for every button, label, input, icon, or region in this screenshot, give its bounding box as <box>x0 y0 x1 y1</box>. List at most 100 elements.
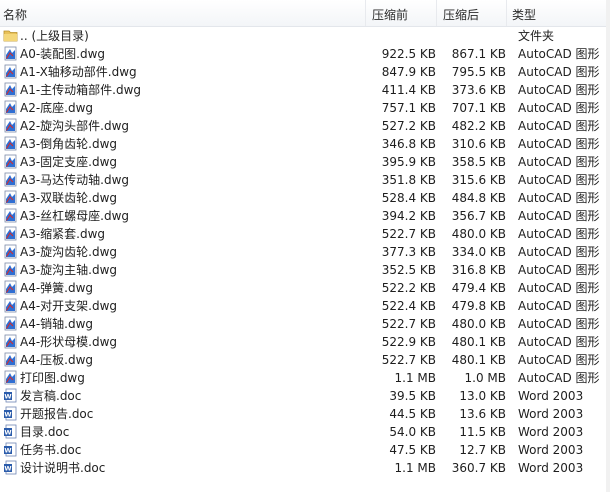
file-name: 任务书.doc <box>20 443 82 457</box>
file-row[interactable]: A2-旋沟头部件.dwg 527.2 KB 482.2 KB AutoCAD 图形 <box>0 117 610 135</box>
dwg-icon <box>3 244 18 259</box>
file-row[interactable]: A3-倒角齿轮.dwg 346.8 KB 310.6 KB AutoCAD 图形 <box>0 135 610 153</box>
file-name: 设计说明书.doc <box>20 461 106 475</box>
size-before: 522.7 KB <box>381 317 436 331</box>
file-row[interactable]: A0-装配图.dwg 922.5 KB 867.1 KB AutoCAD 图形 <box>0 45 610 63</box>
size-before: 922.5 KB <box>381 47 436 61</box>
file-name: A1-X轴移动部件.dwg <box>20 65 137 79</box>
file-type: AutoCAD 图形 <box>518 209 600 223</box>
size-after: 479.4 KB <box>451 281 506 295</box>
file-type: Word 2003 <box>518 425 584 439</box>
file-name: A0-装配图.dwg <box>20 47 106 61</box>
file-row[interactable]: A4-形状母模.dwg 522.9 KB 480.1 KB AutoCAD 图形 <box>0 333 610 351</box>
file-name: A4-压板.dwg <box>20 353 94 367</box>
file-row[interactable]: A4-销轴.dwg 522.7 KB 480.0 KB AutoCAD 图形 <box>0 315 610 333</box>
size-before: 522.9 KB <box>381 335 436 349</box>
file-row[interactable]: A4-压板.dwg 522.7 KB 480.1 KB AutoCAD 图形 <box>0 351 610 369</box>
file-row[interactable]: A3-马达传动轴.dwg 351.8 KB 315.6 KB AutoCAD 图形 <box>0 171 610 189</box>
size-after: 13.0 KB <box>459 389 506 403</box>
size-before: 351.8 KB <box>381 173 436 187</box>
size-before: 527.2 KB <box>381 119 436 133</box>
size-after: 360.7 KB <box>451 461 506 475</box>
file-name: A3-缩紧套.dwg <box>20 227 106 241</box>
column-divider[interactable] <box>506 0 507 26</box>
dwg-icon <box>3 208 18 223</box>
file-type: Word 2003 <box>518 407 584 421</box>
size-after: 480.0 KB <box>451 317 506 331</box>
dwg-icon <box>3 316 18 331</box>
file-row[interactable]: A4-对开支架.dwg 522.4 KB 479.8 KB AutoCAD 图形 <box>0 297 610 315</box>
file-type: Word 2003 <box>518 443 584 457</box>
doc-icon: W <box>3 460 18 475</box>
file-row[interactable]: A3-缩紧套.dwg 522.7 KB 480.0 KB AutoCAD 图形 <box>0 225 610 243</box>
file-row[interactable]: A1-X轴移动部件.dwg 847.9 KB 795.5 KB AutoCAD 图形 <box>0 63 610 81</box>
file-row[interactable]: 打印图.dwg 1.1 MB 1.0 MB AutoCAD 图形 <box>0 369 610 387</box>
size-after: 356.7 KB <box>451 209 506 223</box>
file-name: A2-旋沟头部件.dwg <box>20 119 130 133</box>
size-before: 39.5 KB <box>389 389 436 403</box>
size-after: 373.6 KB <box>451 83 506 97</box>
file-row[interactable]: W 发言稿.doc 39.5 KB 13.0 KB Word 2003 <box>0 387 610 405</box>
file-row[interactable]: A3-旋沟主轴.dwg 352.5 KB 316.8 KB AutoCAD 图形 <box>0 261 610 279</box>
file-name: .. (上级目录) <box>20 29 89 43</box>
dwg-icon <box>3 154 18 169</box>
file-name: A3-双联齿轮.dwg <box>20 191 118 205</box>
file-row[interactable]: W 开题报告.doc 44.5 KB 13.6 KB Word 2003 <box>0 405 610 423</box>
file-type: AutoCAD 图形 <box>518 83 600 97</box>
svg-text:W: W <box>4 429 11 437</box>
size-before: 377.3 KB <box>381 245 436 259</box>
size-before: 411.4 KB <box>381 83 436 97</box>
file-type: AutoCAD 图形 <box>518 281 600 295</box>
file-name: A4-弹簧.dwg <box>20 281 94 295</box>
file-type: AutoCAD 图形 <box>518 263 600 277</box>
size-before: 522.7 KB <box>381 227 436 241</box>
file-type: AutoCAD 图形 <box>518 299 600 313</box>
size-after: 479.8 KB <box>451 299 506 313</box>
size-before: 1.1 MB <box>394 371 436 385</box>
file-name: 开题报告.doc <box>20 407 94 421</box>
size-after: 334.0 KB <box>451 245 506 259</box>
file-type: AutoCAD 图形 <box>518 173 600 187</box>
column-before-header[interactable]: 压缩前 <box>372 6 408 23</box>
file-row[interactable]: W 任务书.doc 47.5 KB 12.7 KB Word 2003 <box>0 441 610 459</box>
size-after: 484.8 KB <box>451 191 506 205</box>
file-row[interactable]: .. (上级目录) 文件夹 <box>0 27 610 45</box>
file-row[interactable]: A1-主传动箱部件.dwg 411.4 KB 373.6 KB AutoCAD 图形 <box>0 81 610 99</box>
column-type-header[interactable]: 类型 <box>512 6 536 23</box>
file-type: AutoCAD 图形 <box>518 317 600 331</box>
doc-icon: W <box>3 442 18 457</box>
dwg-icon <box>3 46 18 61</box>
size-before: 522.4 KB <box>381 299 436 313</box>
file-row[interactable]: A3-双联齿轮.dwg 528.4 KB 484.8 KB AutoCAD 图形 <box>0 189 610 207</box>
file-row[interactable]: W 设计说明书.doc 1.1 MB 360.7 KB Word 2003 <box>0 459 610 477</box>
doc-icon: W <box>3 406 18 421</box>
dwg-icon <box>3 82 18 97</box>
folder-icon <box>3 28 18 43</box>
size-after: 358.5 KB <box>451 155 506 169</box>
column-divider[interactable] <box>365 0 366 26</box>
file-type: AutoCAD 图形 <box>518 65 600 79</box>
column-name-header[interactable]: 名称 <box>3 6 27 23</box>
dwg-icon <box>3 370 18 385</box>
dwg-icon <box>3 334 18 349</box>
file-row[interactable]: A3-固定支座.dwg 395.9 KB 358.5 KB AutoCAD 图形 <box>0 153 610 171</box>
file-row[interactable]: W 目录.doc 54.0 KB 11.5 KB Word 2003 <box>0 423 610 441</box>
size-after: 795.5 KB <box>451 65 506 79</box>
column-after-header[interactable]: 压缩后 <box>443 6 479 23</box>
file-row[interactable]: A4-弹簧.dwg 522.2 KB 479.4 KB AutoCAD 图形 <box>0 279 610 297</box>
dwg-icon <box>3 226 18 241</box>
file-row[interactable]: A3-旋沟齿轮.dwg 377.3 KB 334.0 KB AutoCAD 图形 <box>0 243 610 261</box>
dwg-icon <box>3 136 18 151</box>
file-row[interactable]: A2-底座.dwg 757.1 KB 707.1 KB AutoCAD 图形 <box>0 99 610 117</box>
dwg-icon <box>3 172 18 187</box>
scrollbar[interactable] <box>606 0 610 492</box>
doc-icon: W <box>3 388 18 403</box>
size-after: 480.1 KB <box>451 353 506 367</box>
size-after: 315.6 KB <box>451 173 506 187</box>
file-name: A4-对开支架.dwg <box>20 299 118 313</box>
file-row[interactable]: A3-丝杠螺母座.dwg 394.2 KB 356.7 KB AutoCAD 图形 <box>0 207 610 225</box>
size-before: 757.1 KB <box>381 101 436 115</box>
column-divider[interactable] <box>436 0 437 26</box>
file-type: AutoCAD 图形 <box>518 227 600 241</box>
size-before: 395.9 KB <box>381 155 436 169</box>
